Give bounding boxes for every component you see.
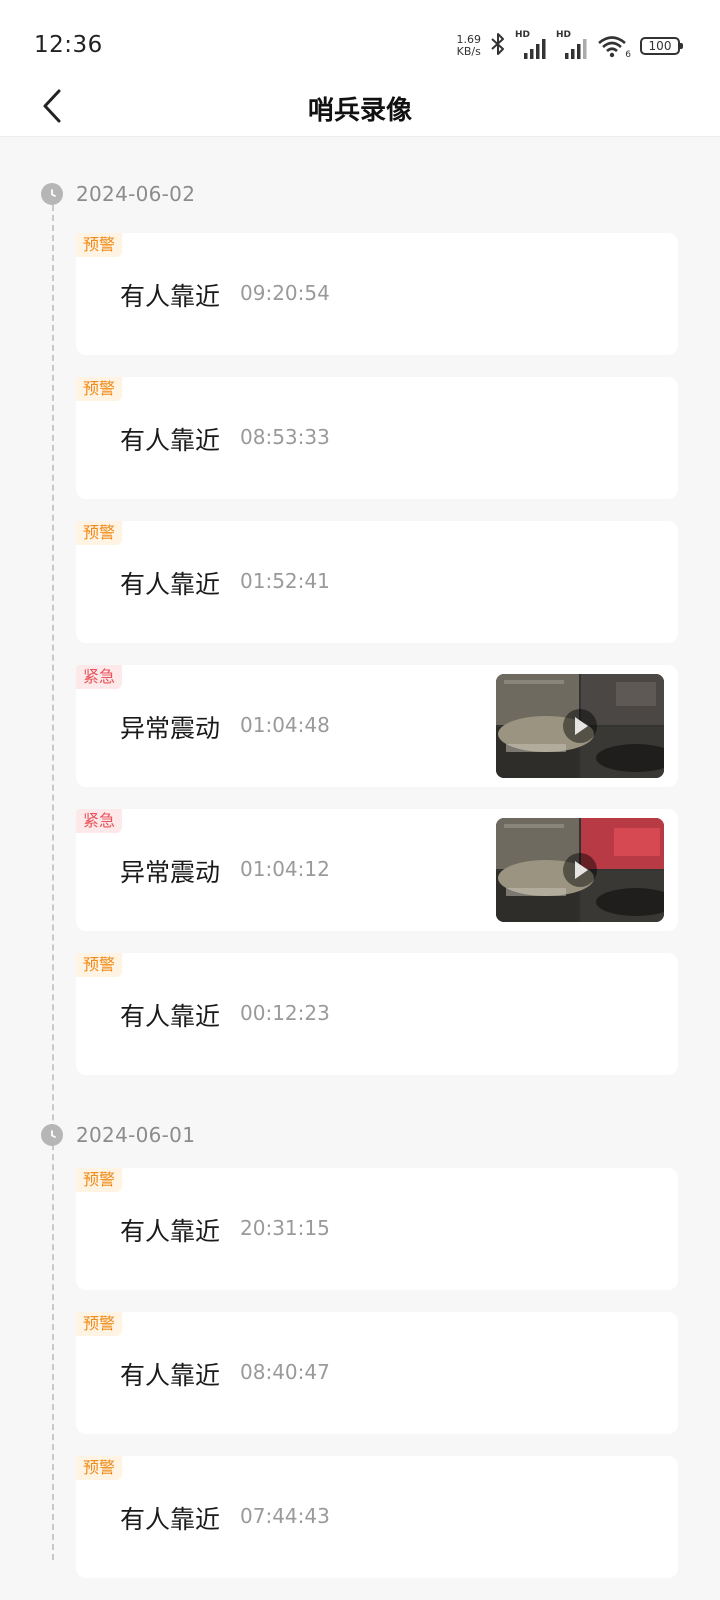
event-name: 有人靠近	[120, 1002, 221, 1031]
record-card[interactable]: 预警 有人靠近 07:44:43	[76, 1456, 678, 1578]
play-icon[interactable]	[562, 708, 598, 744]
event-time: 20:31:15	[240, 1216, 330, 1240]
record-card[interactable]: 紧急 异常震动 01:04:12	[76, 809, 678, 931]
group-date: 2024-06-02	[76, 182, 196, 206]
level-badge: 预警	[76, 1456, 123, 1480]
date-group-header: 2024-06-02	[41, 182, 195, 206]
event-name: 有人靠近	[120, 570, 221, 599]
bluetooth-icon	[490, 32, 506, 60]
level-badge: 预警	[76, 1168, 123, 1192]
video-thumbnail[interactable]	[496, 818, 664, 922]
event-time: 01:04:48	[240, 713, 330, 737]
page-title: 哨兵录像	[307, 96, 412, 126]
status-icons: 1.69 KB/s HD HD 6 100	[457, 30, 683, 62]
record-card[interactable]: 预警 有人靠近 08:40:47	[76, 1312, 678, 1434]
event-time: 01:04:12	[240, 857, 330, 881]
event-time: 01:52:41	[240, 569, 330, 593]
play-icon[interactable]	[562, 852, 598, 888]
status-time: 12:36	[34, 32, 103, 58]
network-speed-unit: KB/s	[456, 45, 481, 58]
event-time: 08:40:47	[240, 1360, 330, 1384]
nav-bar: 哨兵录像	[0, 80, 720, 137]
event-time: 09:20:54	[240, 281, 330, 305]
record-card[interactable]: 预警 有人靠近 08:53:33	[76, 377, 678, 499]
signal-icon-sim1: HD	[515, 30, 547, 59]
network-speed: 1.69 KB/s	[457, 34, 482, 58]
date-group-header: 2024-06-01	[41, 1123, 195, 1147]
clock-icon	[41, 1124, 63, 1146]
record-card[interactable]: 预警 有人靠近 09:20:54	[76, 233, 678, 355]
level-badge: 紧急	[76, 809, 123, 833]
event-name: 有人靠近	[120, 282, 221, 311]
level-badge: 预警	[76, 953, 123, 977]
event-name: 异常震动	[120, 858, 221, 887]
level-badge: 预警	[76, 1312, 123, 1336]
event-name: 有人靠近	[120, 1217, 221, 1246]
event-name: 异常震动	[120, 714, 221, 743]
clock-icon	[41, 183, 63, 205]
event-name: 有人靠近	[120, 1361, 221, 1390]
level-badge: 预警	[76, 377, 123, 401]
level-badge: 预警	[76, 521, 123, 545]
video-thumbnail[interactable]	[496, 674, 664, 778]
level-badge: 紧急	[76, 665, 123, 689]
level-badge: 预警	[76, 233, 123, 257]
group-date: 2024-06-01	[76, 1123, 196, 1147]
record-card[interactable]: 紧急 异常震动 01:04:48	[76, 665, 678, 787]
status-bar: 12:36 1.69 KB/s HD HD 6 100	[0, 0, 720, 80]
wifi-badge: 6	[625, 50, 631, 60]
event-name: 有人靠近	[120, 1505, 221, 1534]
record-card[interactable]: 预警 有人靠近 00:12:23	[76, 953, 678, 1075]
battery-level: 100	[648, 39, 672, 53]
signal-icon-sim2: HD	[556, 30, 588, 59]
timeline-line	[52, 205, 54, 1560]
event-time: 08:53:33	[240, 425, 330, 449]
event-name: 有人靠近	[120, 426, 221, 455]
event-time: 00:12:23	[240, 1001, 330, 1025]
event-time: 07:44:43	[240, 1504, 330, 1528]
wifi-icon: 6	[597, 34, 631, 60]
battery-icon: 100	[640, 37, 683, 55]
record-card[interactable]: 预警 有人靠近 20:31:15	[76, 1168, 678, 1290]
record-card[interactable]: 预警 有人靠近 01:52:41	[76, 521, 678, 643]
